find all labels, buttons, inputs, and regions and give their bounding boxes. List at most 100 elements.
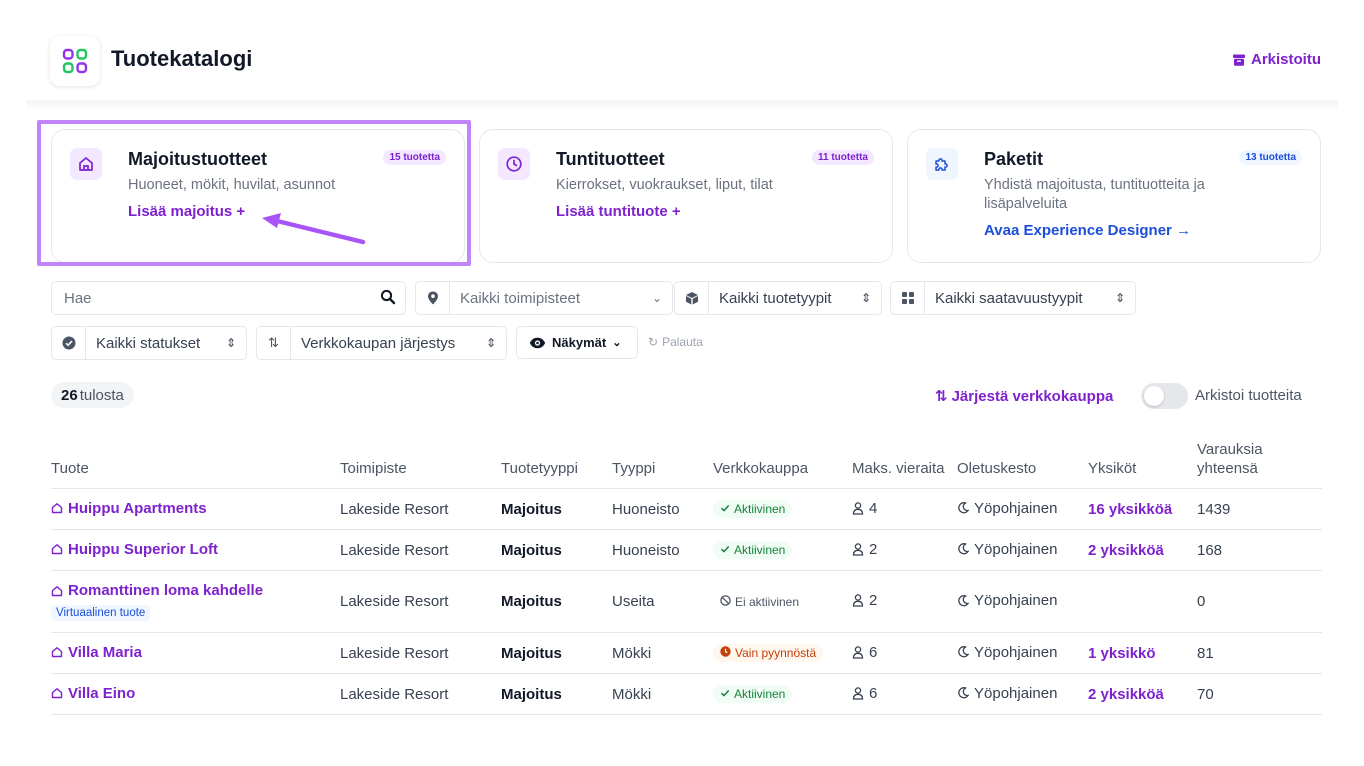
guests-cell: 6	[852, 644, 877, 661]
status-text: Vain pyynnöstä	[735, 646, 817, 660]
app-header: Tuotekatalogi Arkistoitu	[0, 0, 1364, 102]
archive-toggle[interactable]	[1141, 383, 1188, 409]
product-count-badge: 15 tuotetta	[383, 150, 446, 165]
clock-icon	[506, 156, 522, 172]
guests-value: 6	[869, 684, 878, 702]
results-label: tulosta	[79, 386, 124, 404]
status-filter[interactable]: Kaikki statukset ⇕	[51, 326, 247, 360]
guests-cell: 4	[852, 500, 877, 517]
bookings-total-cell: 81	[1197, 644, 1214, 662]
moon-icon	[958, 543, 969, 555]
units-link[interactable]: 2 yksikköä	[1088, 542, 1164, 559]
virtual-product-badge: Virtuaalinen tuote	[51, 604, 151, 621]
table-row[interactable]: Huippu Superior Loft Lakeside Resort Maj…	[51, 529, 1322, 571]
product-name-link[interactable]: Huippu Apartments	[51, 500, 207, 517]
views-button[interactable]: Näkymät ⌄	[516, 326, 638, 359]
home-icon	[51, 544, 63, 555]
reset-button[interactable]: ↻ Palauta	[648, 335, 703, 349]
product-name-link[interactable]: Villa Maria	[51, 644, 142, 661]
col-header-product[interactable]: Tuote	[51, 440, 340, 489]
home-icon	[51, 647, 63, 658]
add-accommodation-link[interactable]: Lisää majoitus +	[128, 203, 245, 220]
guests-cell: 2	[852, 592, 877, 609]
card-description: Huoneet, mökit, huvilat, asunnot	[128, 177, 336, 193]
product-count-badge: 13 tuotetta	[1239, 150, 1302, 165]
chevron-down-icon: ⌄	[651, 291, 662, 305]
webshop-status-badge: Aktiivinen	[713, 541, 793, 559]
col-header-product-type[interactable]: Tuotetyyppi	[501, 440, 612, 489]
product-name-link[interactable]: Romanttinen loma kahdelle	[51, 582, 263, 599]
availability-type-filter[interactable]: Kaikki saatavuustyypit ⇕	[890, 281, 1136, 315]
duration-cell: Yöpohjainen	[957, 685, 1057, 702]
sort-order-filter[interactable]: ⇅ Verkkokaupan järjestys ⇕	[256, 326, 507, 360]
col-header-type[interactable]: Tyyppi	[612, 440, 713, 489]
table-row[interactable]: Romanttinen loma kahdelle Virtuaalinen t…	[51, 570, 1322, 633]
moon-icon	[958, 502, 969, 514]
product-name: Villa Eino	[68, 684, 136, 702]
location-cell: Lakeside Resort	[340, 541, 449, 559]
sort-arrows-icon: ⇕	[225, 336, 236, 350]
card-icon-wrap	[70, 148, 102, 180]
col-header-location[interactable]: Toimipiste	[340, 440, 501, 489]
card-icon-wrap	[926, 148, 958, 180]
duration-cell: Yöpohjainen	[957, 644, 1057, 661]
product-type-cell: Majoitus	[501, 500, 562, 518]
table-row[interactable]: Villa Eino Lakeside Resort Majoitus Mökk…	[51, 673, 1322, 715]
archive-toggle-label: Arkistoi tuotteita	[1195, 387, 1302, 404]
sort-webshop-label: Järjestä verkkokauppa	[951, 387, 1114, 405]
col-header-default-duration[interactable]: Oletuskesto	[957, 440, 1088, 489]
duration-value: Yöpohjainen	[974, 643, 1058, 661]
product-type-filter[interactable]: Kaikki tuotetyypit ⇕	[674, 281, 882, 315]
sort-arrows-icon: ⇕	[860, 291, 871, 305]
guests-value: 4	[869, 499, 878, 517]
duration-value: Yöpohjainen	[974, 540, 1058, 558]
product-type-cell: Majoitus	[501, 541, 562, 559]
status-text: Aktiivinen	[734, 543, 786, 557]
puzzle-icon	[935, 158, 948, 171]
product-name-link[interactable]: Villa Eino	[51, 685, 135, 702]
col-header-units[interactable]: Yksiköt	[1088, 440, 1197, 489]
toggle-knob	[1144, 386, 1164, 406]
archived-label: Arkistoitu	[1250, 51, 1321, 68]
bookings-total-cell: 70	[1197, 685, 1214, 703]
product-name: Romanttinen loma kahdelle	[68, 582, 264, 600]
webshop-status-badge: Aktiivinen	[713, 500, 793, 518]
sort-webshop-button[interactable]: ⇅ Järjestä verkkokauppa	[935, 387, 1114, 406]
webshop-status-badge: Aktiivinen	[713, 685, 793, 703]
col-header-webshop[interactable]: Verkkokauppa	[713, 440, 852, 489]
col-header-bookings-total[interactable]: Varauksia yhteensä	[1197, 440, 1322, 489]
location-cell: Lakeside Resort	[340, 644, 449, 662]
product-type-cell: Majoitus	[501, 593, 562, 610]
eye-icon	[529, 337, 546, 348]
location-filter[interactable]: Kaikki toimipisteet ⌄	[415, 281, 673, 315]
pointer-arrow-icon	[262, 213, 366, 245]
table-header-row: Tuote Toimipiste Tuotetyyppi Tyyppi Verk…	[51, 440, 1322, 489]
results-count: 26 tulosta	[51, 382, 134, 408]
open-experience-designer-link[interactable]: Avaa Experience Designer →	[984, 222, 1191, 239]
table-row[interactable]: Huippu Apartments Lakeside Resort Majoit…	[51, 488, 1322, 530]
product-name-link[interactable]: Huippu Superior Loft	[51, 541, 218, 558]
units-link[interactable]: 2 yksikköä	[1088, 686, 1164, 703]
units-link[interactable]: 16 yksikköä	[1088, 501, 1172, 518]
card-title: Paketit	[984, 149, 1044, 169]
table-row[interactable]: Villa Maria Lakeside Resort Majoitus Mök…	[51, 632, 1322, 674]
col-header-max-guests[interactable]: Maks. vieraita	[852, 440, 957, 489]
grid-apps-icon	[62, 48, 88, 74]
card-hourly[interactable]: Tuntituotteet 11 tuotetta Kierrokset, vu…	[479, 129, 893, 263]
swap-vertical-icon: ⇅	[257, 327, 291, 359]
type-cell: Huoneisto	[612, 541, 680, 559]
type-cell: Useita	[612, 593, 655, 610]
bookings-total-cell: 168	[1197, 541, 1223, 559]
products-table: Tuote Toimipiste Tuotetyyppi Tyyppi Verk…	[51, 440, 1322, 715]
search-input[interactable]	[51, 281, 406, 315]
product-type-cell: Majoitus	[501, 644, 562, 662]
person-icon	[852, 501, 864, 515]
webshop-status-badge: Vain pyynnöstä	[713, 644, 824, 662]
sort-arrows-icon: ⇕	[485, 336, 496, 350]
add-hourly-product-link[interactable]: Lisää tuntituote +	[556, 203, 681, 220]
clock-filled-icon	[720, 646, 731, 657]
guests-value: 2	[869, 540, 878, 558]
card-packages[interactable]: Paketit 13 tuotetta Yhdistä majoitusta, …	[907, 129, 1321, 263]
archived-link[interactable]: Arkistoitu	[1232, 51, 1321, 68]
units-link[interactable]: 1 yksikkö	[1088, 645, 1156, 662]
